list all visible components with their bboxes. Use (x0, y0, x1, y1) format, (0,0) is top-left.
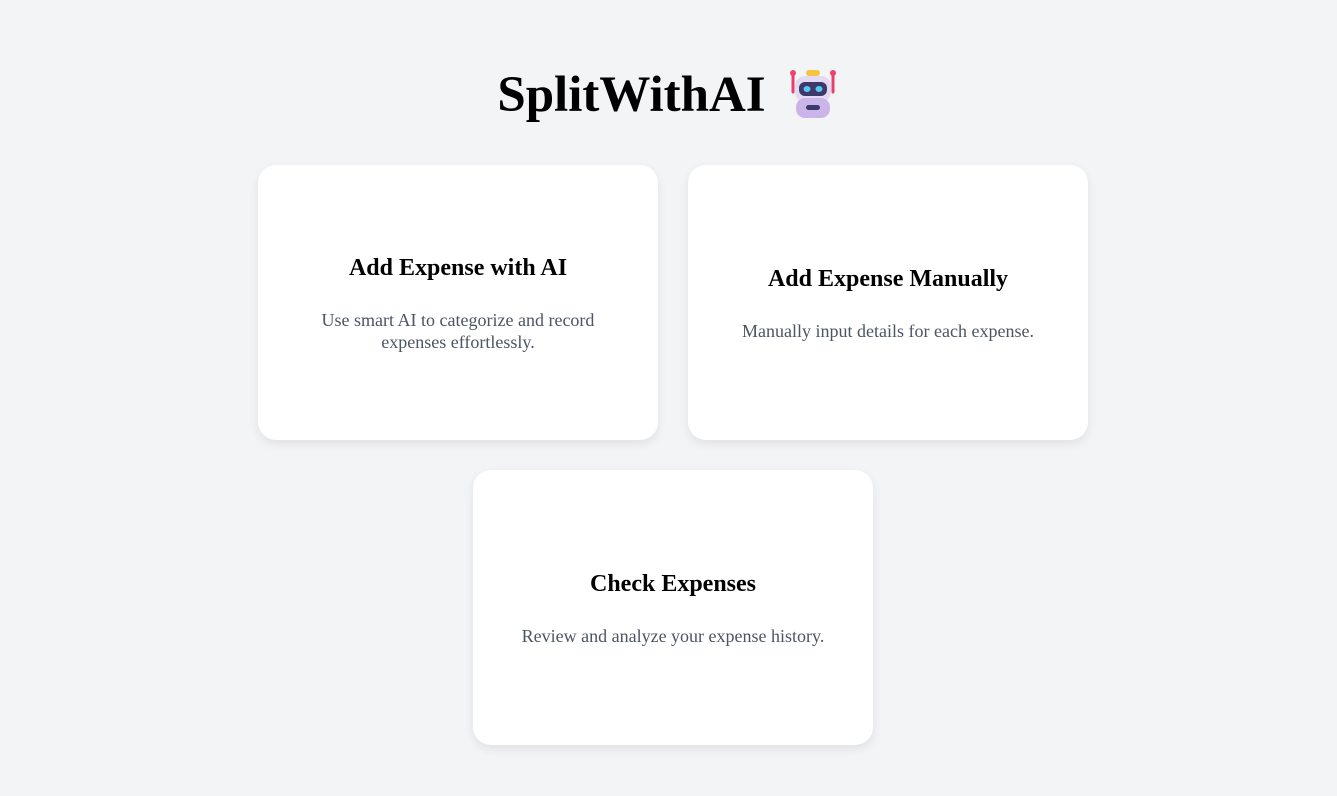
card-title: Add Expense with AI (348, 254, 568, 281)
app-title: SplitWithAI (497, 67, 766, 123)
card-description: Review and analyze your expense history. (521, 625, 825, 646)
card-description: Use smart AI to categorize and record ex… (321, 309, 595, 352)
add-expense-ai-card[interactable]: Add Expense with AI Use smart AI to cate… (258, 165, 658, 440)
card-title: Check Expenses (589, 570, 757, 597)
card-description: Manually input details for each expense. (742, 320, 1034, 341)
check-expenses-card[interactable]: Check Expenses Review and analyze your e… (473, 470, 873, 745)
header: SplitWithAI (0, 62, 1337, 128)
card-title: Add Expense Manually (767, 265, 1009, 292)
robot-icon (789, 70, 836, 118)
add-expense-manual-card[interactable]: Add Expense Manually Manually input deta… (688, 165, 1088, 440)
home-page: SplitWithAI Add Expense with AI Use smar… (0, 0, 1337, 796)
